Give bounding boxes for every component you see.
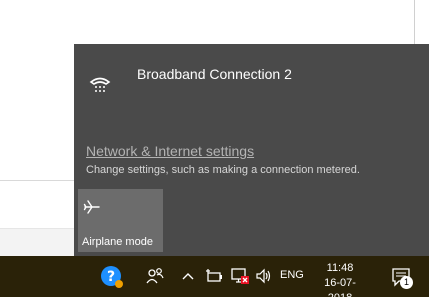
network-settings-description: Change settings, such as making a connec…: [86, 164, 360, 176]
network-connection-item[interactable]: Broadband Connection 2: [88, 66, 418, 106]
window-lower-area: [0, 229, 74, 256]
volume-icon[interactable]: [255, 268, 273, 284]
network-disconnected-icon[interactable]: [230, 267, 250, 285]
clock-time: 11:48: [326, 262, 354, 274]
connection-name: Broadband Connection 2: [137, 66, 292, 82]
network-settings-link[interactable]: Network & Internet settings: [86, 143, 254, 159]
people-icon[interactable]: [145, 266, 165, 286]
clock-date: 16-07-2018: [324, 277, 356, 304]
power-icon[interactable]: [205, 268, 223, 284]
network-flyout: Broadband Connection 2 Network & Interne…: [74, 44, 429, 256]
notification-count-badge: 1: [400, 276, 413, 289]
language-indicator[interactable]: ENG: [280, 269, 304, 281]
window-scrollbar-edge: [414, 0, 415, 44]
airplane-mode-label: Airplane mode: [82, 236, 153, 248]
clock[interactable]: 11:48 16-07-2018: [312, 261, 368, 306]
airplane-icon: [83, 198, 101, 216]
window-divider: [0, 180, 74, 181]
dialup-phone-icon: [88, 74, 112, 94]
taskbar: ? ENG 11:48 16-07-2018 1: [0, 256, 429, 304]
airplane-mode-button[interactable]: Airplane mode: [78, 189, 163, 252]
svg-text:?: ?: [107, 269, 115, 285]
action-center-button[interactable]: 1: [390, 265, 416, 291]
chevron-up-icon[interactable]: [181, 268, 195, 284]
help-icon[interactable]: ?: [100, 265, 124, 289]
